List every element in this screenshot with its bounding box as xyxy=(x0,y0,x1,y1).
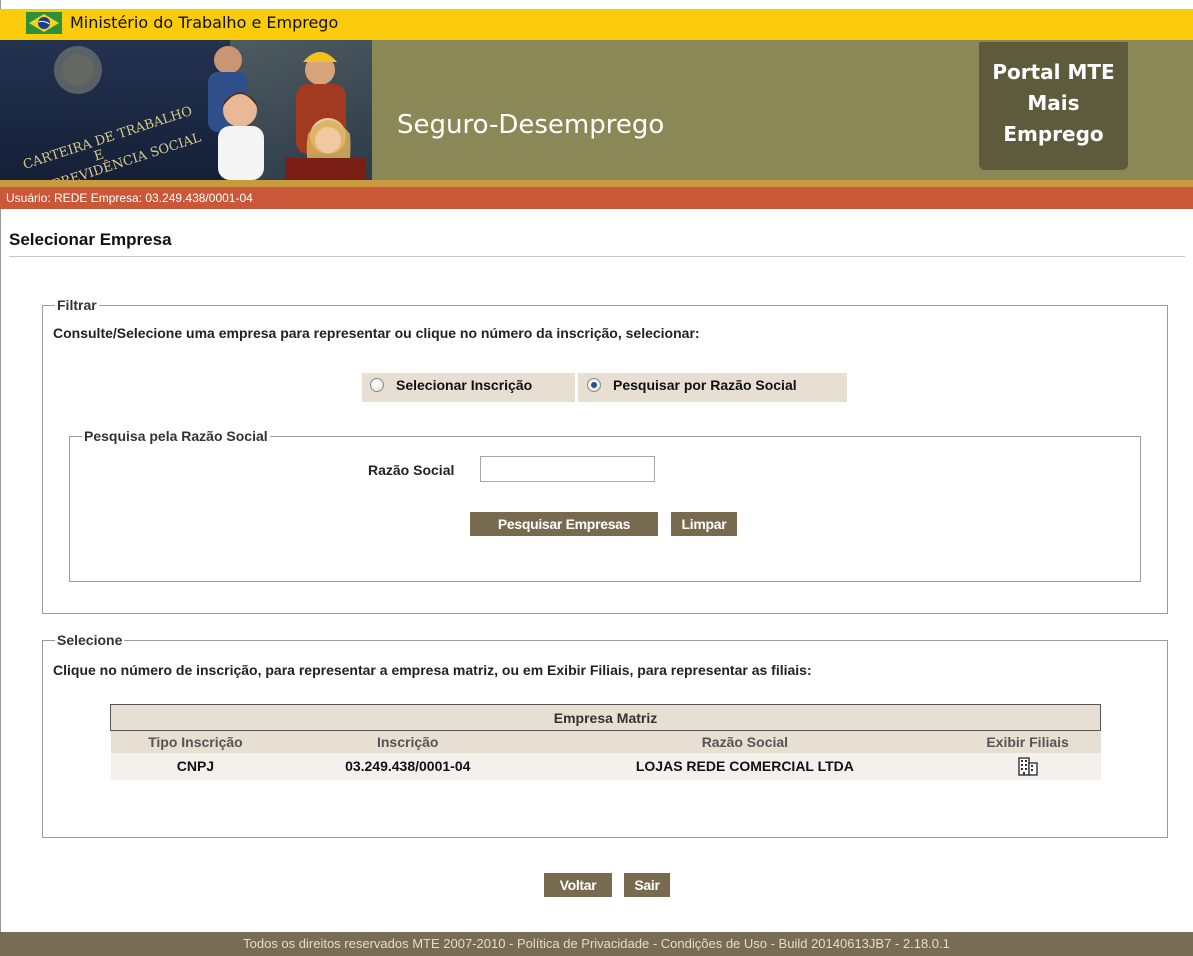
exibir-filiais-cell xyxy=(954,752,1101,780)
system-title: Seguro-Desemprego xyxy=(397,110,665,140)
filter-instructions: Consulte/Selecione uma empresa para repr… xyxy=(53,325,700,341)
portal-line-2: Mais xyxy=(1027,91,1080,115)
ministry-bar: Ministério do Trabalho e Emprego xyxy=(0,9,1193,40)
radio-select-inscricao[interactable]: Selecionar Inscrição xyxy=(370,377,532,393)
footer-text: Todos os direitos reservados MTE 2007-20… xyxy=(243,936,950,951)
exit-button[interactable]: Sair xyxy=(624,873,670,897)
tipo-inscricao-cell: CNPJ xyxy=(110,752,281,780)
table-header-row: Tipo Inscrição Inscrição Razão Social Ex… xyxy=(110,730,1101,753)
search-companies-button[interactable]: Pesquisar Empresas xyxy=(470,512,658,536)
table-row: CNPJ 03.249.438/0001-04 LOJAS REDE COMER… xyxy=(110,752,1101,780)
column-header: Inscrição xyxy=(280,730,536,753)
brazil-flag-icon xyxy=(26,10,62,36)
filter-legend: Filtrar xyxy=(57,297,97,313)
column-header: Exibir Filiais xyxy=(954,730,1101,753)
back-button[interactable]: Voltar xyxy=(544,873,612,897)
select-legend: Selecione xyxy=(57,632,123,648)
portal-line-1: Portal MTE xyxy=(992,60,1115,84)
header-banner: CARTEIRA DE TRABALHO E PREVIDÊNCIA SOCIA… xyxy=(0,40,1193,180)
radio-unchecked-icon[interactable] xyxy=(370,378,384,392)
empresa-matriz-table: Empresa Matriz Tipo Inscrição Inscrição … xyxy=(110,704,1101,780)
clear-button[interactable]: Limpar xyxy=(671,512,737,536)
user-info: Usuário: REDE Empresa: 03.249.438/0001-0… xyxy=(6,191,253,205)
column-header: Razão Social xyxy=(535,730,955,753)
inscricao-link[interactable]: 03.249.438/0001-04 xyxy=(280,752,536,780)
razao-social-input[interactable] xyxy=(480,456,655,482)
heading-divider xyxy=(9,256,1185,257)
radio-checked-icon[interactable] xyxy=(587,378,601,392)
portal-line-3: Emprego xyxy=(1003,122,1104,146)
footer: Todos os direitos reservados MTE 2007-20… xyxy=(0,932,1193,956)
select-instructions: Clique no número de inscrição, para repr… xyxy=(53,662,812,678)
razao-social-label: Razão Social xyxy=(368,462,455,478)
column-header: Tipo Inscrição xyxy=(110,730,281,753)
razao-social-cell: LOJAS REDE COMERCIAL LTDA xyxy=(535,752,955,780)
search-mode-radio-group: Selecionar Inscrição Pesquisar por Razão… xyxy=(362,373,847,402)
radio-label-inscricao: Selecionar Inscrição xyxy=(396,377,533,393)
table-caption: Empresa Matriz xyxy=(110,704,1101,731)
building-icon[interactable] xyxy=(1017,756,1039,776)
portal-mte-link[interactable]: Portal MTE Mais Emprego xyxy=(979,42,1128,170)
search-fieldset: Pesquisa pela Razão Social xyxy=(69,428,1141,582)
radio-search-razao-social[interactable]: Pesquisar por Razão Social xyxy=(587,377,797,393)
banner-stripe xyxy=(0,180,1193,187)
banner-photo: CARTEIRA DE TRABALHO E PREVIDÊNCIA SOCIA… xyxy=(0,40,372,180)
page-title: Selecionar Empresa xyxy=(9,230,172,249)
search-legend: Pesquisa pela Razão Social xyxy=(84,428,268,444)
ministry-title: Ministério do Trabalho e Emprego xyxy=(70,13,339,32)
user-bar: Usuário: REDE Empresa: 03.249.438/0001-0… xyxy=(0,187,1193,209)
radio-separator xyxy=(575,373,578,402)
radio-label-razao-social: Pesquisar por Razão Social xyxy=(613,377,797,393)
